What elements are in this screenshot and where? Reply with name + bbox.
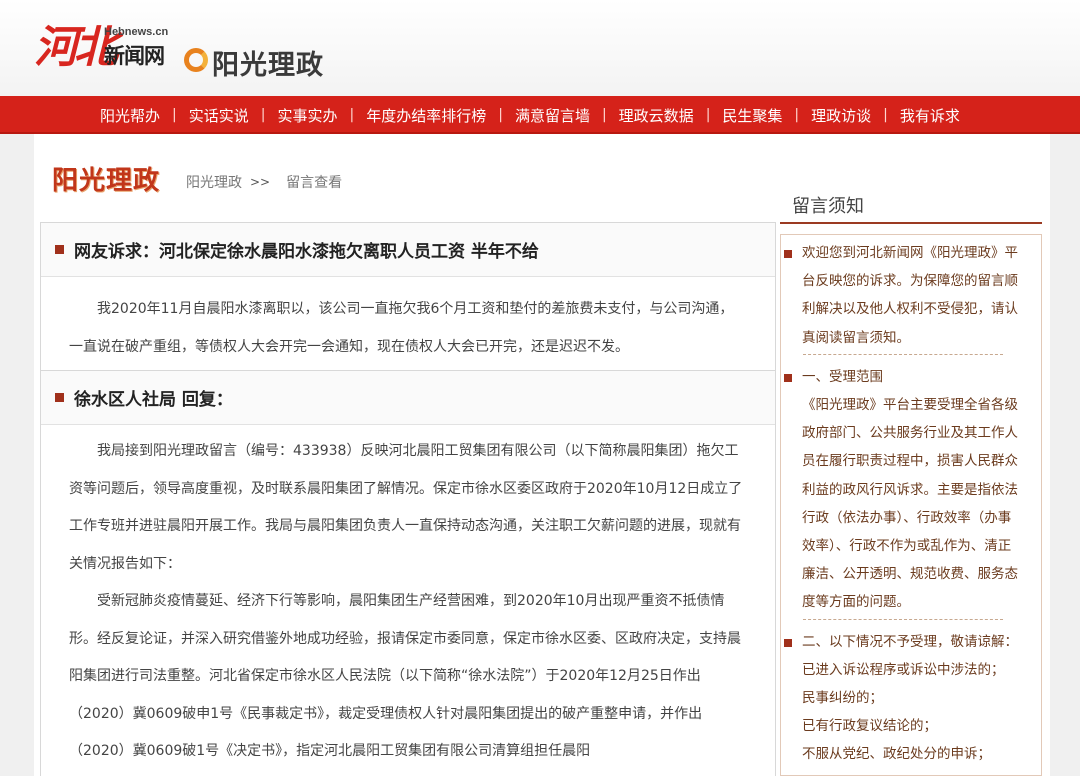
notice-line: 不服从党纪、政纪处分的申诉；: [802, 746, 991, 763]
message-detail: 网友诉求：河北保定徐水晨阳水漆拖欠离职人员工资 半年不给 我2020年11月自晨…: [40, 222, 776, 776]
main-nav: 阳光帮办 | 实话实说 | 实事实办 | 年度办结率排行榜 | 满意留言墙 | 理政云数据 | 民生聚集…: [0, 96, 1080, 134]
nav-link[interactable]: 阳光帮办: [100, 105, 160, 126]
nav-link[interactable]: 年度办结率排行榜: [366, 105, 486, 126]
nav-item: 阳光帮办 |: [100, 105, 189, 126]
nav-link[interactable]: 满意留言墙: [515, 105, 590, 126]
logo-hebei-text: 河北: [34, 22, 118, 73]
section-brand-title: 阳光理政: [52, 166, 161, 196]
nav-item: 理政云数据 |: [619, 105, 723, 126]
nav-item: 民生聚集 |: [722, 105, 811, 126]
notice-line: 欢迎您到河北新闻网《阳光理政》平: [802, 245, 1018, 261]
complaint-text: 我2020年11月自晨阳水漆离职以，该公司一直拖欠我6个月工资和垫付的差旅费未支…: [69, 301, 734, 355]
square-bullet-icon: [55, 245, 64, 254]
nav-separator: |: [349, 107, 355, 123]
notice-line: 《阳光理政》平台主要受理全省各级: [802, 397, 1018, 414]
notice-line: 已进入诉讼程序或诉讼中涉法的；: [802, 661, 1005, 678]
nav-link[interactable]: 我有诉求: [900, 105, 960, 126]
nav-link[interactable]: 理政云数据: [619, 105, 694, 126]
dashed-divider: [803, 618, 1003, 620]
breadcrumb-current: 留言查看: [286, 175, 343, 191]
nav-separator: |: [883, 107, 888, 123]
notice-line: 利益的政风行风诉求。主要是指依法: [802, 481, 1018, 498]
content-area: 阳光理政 阳光理政 >> 留言查看 网友诉求：河北保定徐水晨阳水漆拖欠离职人员工…: [34, 134, 1050, 776]
notice-block: 一、受理范围《阳光理政》平台主要受理全省各级 政府部门、公共服务行业及其工作人 员在…: [781, 363, 1033, 617]
square-bullet-icon: [784, 373, 792, 382]
square-bullet-icon: [784, 638, 792, 647]
site-header: 河北 Hebnews.cn 新闻网 阳光理政: [0, 0, 1080, 96]
dashed-divider: [803, 353, 1003, 355]
reply-title: 徐水区人社局 回复：: [74, 390, 233, 410]
breadcrumb-separator: >>: [250, 175, 271, 189]
breadcrumb-home-link[interactable]: 阳光理政: [186, 172, 242, 192]
notice-line: 行政（依法办事）、行政效率（办事: [802, 509, 1012, 526]
complaint-panel: 网友诉求：河北保定徐水晨阳水漆拖欠离职人员工资 半年不给 我2020年11月自晨…: [40, 222, 776, 371]
notice-line: 已有行政复议结论的；: [802, 718, 937, 735]
notice-title: 留言须知: [780, 190, 1042, 224]
reply-paragraph: 受新冠肺炎疫情蔓延、经济下行等影响，晨阳集团生产经营困难，到2020年10月出现…: [69, 593, 741, 759]
nav-item: 理政访谈 |: [811, 105, 900, 126]
reply-panel: 徐水区人社局 回复： 我局接到阳光理政留言（编号：433938）反映河北晨阳工贸…: [40, 370, 776, 776]
nav-link[interactable]: 民生聚集: [722, 105, 782, 126]
nav-item: 年度办结率排行榜 |: [366, 105, 515, 126]
notice-line: 二、以下情况不予受理，敬请谅解：: [802, 633, 1018, 650]
complaint-title: 网友诉求：河北保定徐水晨阳水漆拖欠离职人员工资 半年不给: [74, 242, 539, 262]
square-bullet-icon: [784, 250, 792, 258]
notice-line: 民事纠纷的；: [802, 690, 883, 707]
yangguang-lizheng-logo[interactable]: 阳光理政: [184, 44, 344, 81]
hebnews-logo[interactable]: 河北 Hebnews.cn 新闻网: [34, 20, 174, 76]
notice-line: 台反映您的诉求。为保障您的留言顺: [802, 273, 1018, 290]
reply-header: 徐水区人社局 回复：: [41, 371, 775, 425]
nav-item: 实事实办 |: [277, 105, 366, 126]
yangguang-logo-text: 阳光理政: [212, 50, 324, 81]
nav-separator: |: [498, 107, 503, 123]
nav-separator: |: [705, 107, 711, 123]
notice-line: 一、受理范围: [802, 368, 883, 385]
nav-link[interactable]: 实话实说: [189, 105, 249, 126]
nav-item: 满意留言墙 |: [515, 105, 619, 126]
square-bullet-icon: [55, 393, 64, 402]
nav-item: 我有诉求: [900, 105, 960, 126]
notice-line: 员在履行职责过程中，损害人民群众: [802, 453, 1018, 470]
complaint-body: 我2020年11月自晨阳水漆离职以，该公司一直拖欠我6个月工资和垫付的差旅费未支…: [41, 277, 775, 366]
reply-paragraph: 我局接到阳光理政留言（编号：433938）反映河北晨阳工贸集团有限公司（以下简称…: [69, 443, 743, 572]
notice-line: 效率）、行政不作为或乱作为、清正: [802, 538, 1012, 555]
notice-sidebar: 留言须知 欢迎您到河北新闻网《阳光理政》平 台反映您的诉求。为保障您的留言顺 利解决…: [780, 190, 1042, 776]
notice-line: 廉洁、公开透明、规范收费、服务态: [802, 566, 1018, 583]
notice-line: 利解决以及他人权利不受侵犯，请认: [802, 301, 1018, 318]
notice-box[interactable]: 欢迎您到河北新闻网《阳光理政》平 台反映您的诉求。为保障您的留言顺 利解决以及他人权…: [780, 234, 1042, 776]
notice-block: 二、以下情况不予受理，敬请谅解： 已进入诉讼程序或诉讼中涉法的； 民事纠纷的； 已有行…: [781, 628, 1033, 769]
logo-news-text: 新闻网: [104, 44, 165, 68]
nav-link[interactable]: 理政访谈: [811, 105, 871, 126]
notice-line: 度等方面的问题。: [802, 594, 910, 611]
nav-separator: |: [794, 107, 800, 123]
reply-body: 我局接到阳光理政留言（编号：433938）反映河北晨阳工贸集团有限公司（以下简称…: [41, 425, 775, 771]
nav-separator: |: [172, 107, 177, 123]
sun-ring-icon: [184, 48, 208, 72]
nav-link[interactable]: 实事实办: [277, 105, 337, 126]
notice-line: 政府部门、公共服务行业及其工作人: [802, 425, 1018, 442]
notice-block: 欢迎您到河北新闻网《阳光理政》平 台反映您的诉求。为保障您的留言顺 利解决以及他人权…: [781, 239, 1033, 352]
notice-line: 真阅读留言须知。: [802, 329, 910, 346]
logo-domain-text: Hebnews.cn: [104, 26, 169, 38]
nav-separator: |: [260, 107, 266, 123]
nav-item: 实话实说 |: [189, 105, 278, 126]
nav-list: 阳光帮办 | 实话实说 | 实事实办 | 年度办结率排行榜 | 满意留言墙 | 理政云数据 | 民生聚集…: [100, 96, 960, 134]
nav-separator: |: [601, 107, 607, 123]
complaint-header: 网友诉求：河北保定徐水晨阳水漆拖欠离职人员工资 半年不给: [41, 223, 775, 277]
breadcrumb: 阳光理政 >> 留言查看: [186, 172, 342, 192]
